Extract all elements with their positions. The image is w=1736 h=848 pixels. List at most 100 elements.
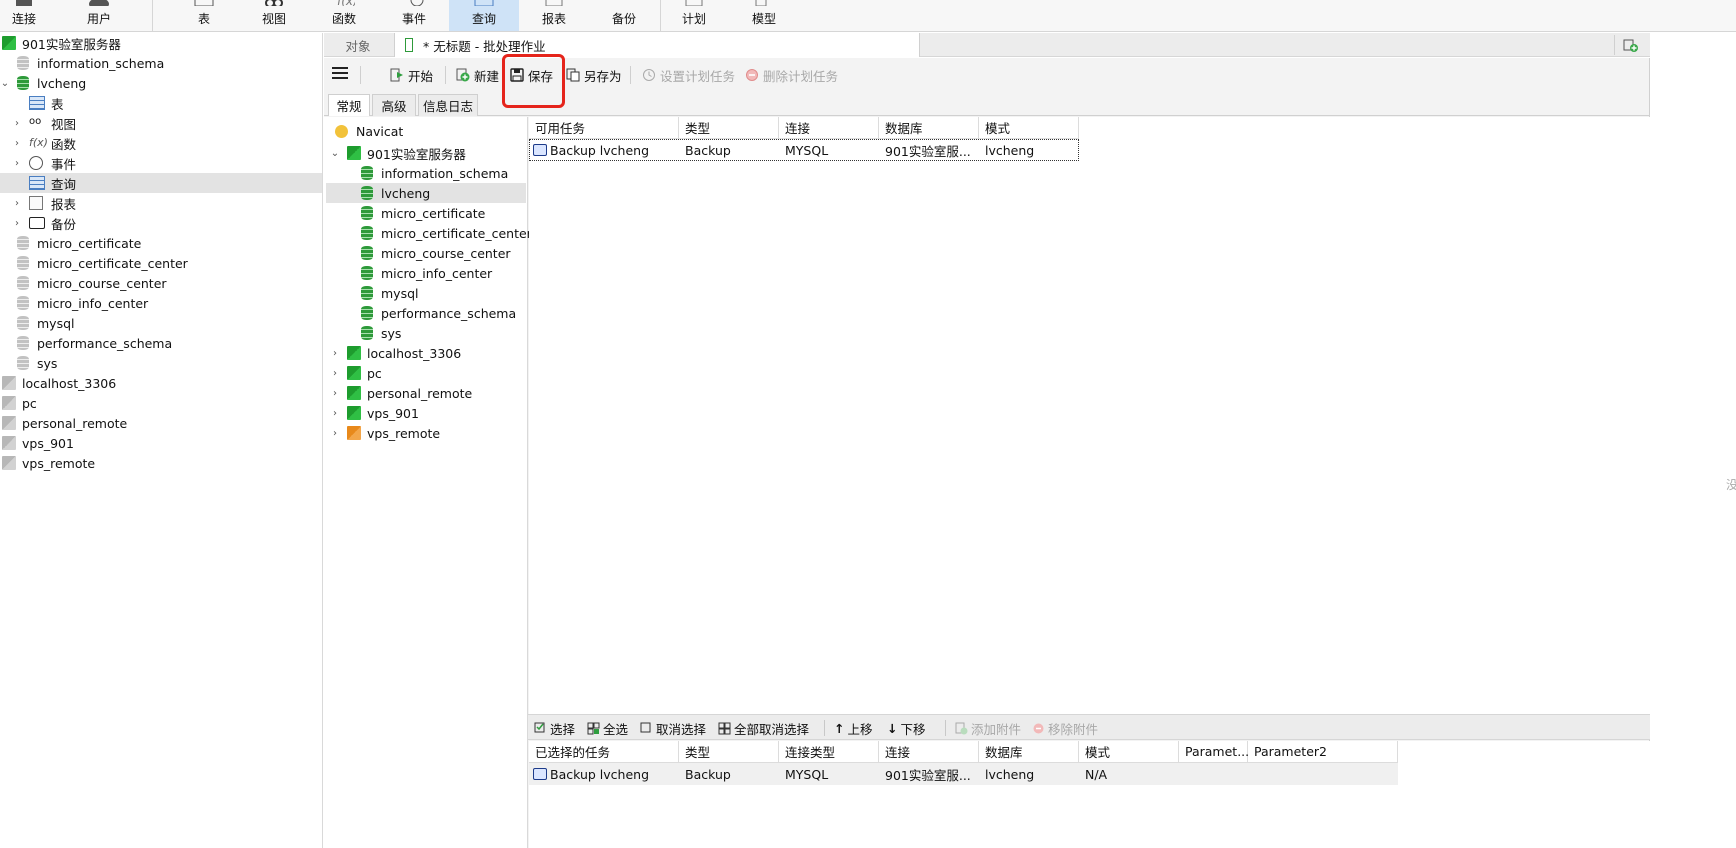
nav-db-sys[interactable]: sys [0,353,322,373]
nav-item-events[interactable]: › 事件 [0,153,322,173]
chevron-down-icon[interactable]: ⌄ [0,78,10,89]
save-as-button[interactable]: 另存为 [566,65,622,85]
tree-conn-vps-remote[interactable]: › vps_remote [326,423,526,443]
nav-item-backups[interactable]: › 备份 [0,213,322,233]
menu-icon[interactable] [332,67,348,81]
select-all-button[interactable]: 全选 [587,720,628,737]
nav-conn-pc[interactable]: pc [0,393,322,413]
set-schedule-button[interactable]: 设置计划任务 [642,65,735,85]
nav-item-queries[interactable]: 查询 [0,173,322,193]
column-header[interactable]: 已选择的任务 [529,741,679,763]
new-button[interactable]: 新建 [456,65,499,85]
tree-db-lvcheng[interactable]: lvcheng [326,183,526,203]
move-up-button[interactable]: ↑ 上移 [834,720,873,737]
nav-item-reports[interactable]: › 报表 [0,193,322,213]
tree-db-micro-info-center[interactable]: micro_info_center [326,263,526,283]
tree-db-micro-certificate[interactable]: micro_certificate [326,203,526,223]
chevron-right-icon[interactable]: › [12,118,22,129]
deselect-button[interactable]: 取消选择 [640,720,706,737]
table-row[interactable]: Backup lvcheng Backup MYSQL 901实验室服... l… [529,139,1079,161]
nav-db-mysql[interactable]: mysql [0,313,322,333]
database-icon [17,236,29,250]
column-header[interactable]: 连接 [879,741,979,763]
nav-db-lvcheng[interactable]: ⌄ lvcheng [0,73,322,93]
tree-conn-vps-901[interactable]: › vps_901 [326,403,526,423]
nav-db-micro-certificate-center[interactable]: micro_certificate_center [0,253,322,273]
column-header[interactable]: Paramet... [1179,741,1249,763]
nav-db-micro-info-center[interactable]: micro_info_center [0,293,322,313]
tree-conn-localhost-3306[interactable]: › localhost_3306 [326,343,526,363]
tab-batch-job[interactable]: * 无标题 - 批处理作业 [394,33,920,57]
database-icon [17,76,29,90]
column-header[interactable]: 可用任务 [529,117,679,139]
start-button[interactable]: 开始 [390,65,433,85]
tree-server-901[interactable]: ⌄ 901实验室服务器 [326,143,526,163]
nav-db-performance-schema[interactable]: performance_schema [0,333,322,353]
add-attachment-button[interactable]: 添加附件 [955,720,1021,737]
function-icon: f(x) [337,0,355,6]
column-header[interactable]: 类型 [679,741,779,763]
nav-db-information-schema[interactable]: information_schema [0,53,322,73]
nav-conn-vps-901[interactable]: vps_901 [0,433,322,453]
chevron-right-icon[interactable]: › [330,348,340,359]
ribbon-table-button[interactable]: 表 [180,0,228,31]
tab-message-log[interactable]: 信息日志 [418,94,478,116]
tab-general[interactable]: 常规 [328,94,370,116]
chevron-right-icon[interactable]: › [330,408,340,419]
tree-db-mysql[interactable]: mysql [326,283,526,303]
ribbon-report-button[interactable]: 报表 [530,0,578,31]
nav-db-micro-certificate[interactable]: micro_certificate [0,233,322,253]
tree-db-sys[interactable]: sys [326,323,526,343]
tab-advanced[interactable]: 高级 [372,94,416,116]
ribbon-function-button[interactable]: f(x) 函数 [320,0,368,31]
view-icon: oo [29,116,42,127]
nav-server-901[interactable]: 901实验室服务器 [0,33,322,53]
nav-item-tables[interactable]: 表 [0,93,322,113]
ribbon-event-button[interactable]: 事件 [390,0,438,31]
nav-item-views[interactable]: › oo 视图 [0,113,322,133]
ribbon-connect-button[interactable]: 连接 [0,0,48,31]
column-header[interactable]: 连接类型 [779,741,879,763]
column-header[interactable]: 模式 [1079,741,1179,763]
chevron-right-icon[interactable]: › [12,198,22,209]
ribbon-user-button[interactable]: 用户 [74,0,124,31]
column-header[interactable]: Parameter2 [1248,741,1398,763]
chevron-right-icon[interactable]: › [330,368,340,379]
nav-conn-personal-remote[interactable]: personal_remote [0,413,322,433]
chevron-right-icon[interactable]: › [330,428,340,439]
tab-objects[interactable]: 对象 [324,33,392,57]
chevron-right-icon[interactable]: › [12,218,22,229]
table-row[interactable]: Backup lvcheng Backup MYSQL 901实验室服... l… [529,763,1398,785]
column-header[interactable]: 数据库 [879,117,979,139]
nav-conn-localhost-3306[interactable]: localhost_3306 [0,373,322,393]
ribbon-view-button[interactable]: 视图 [250,0,298,31]
ribbon-schedule-button[interactable]: 计划 [670,0,718,31]
chevron-right-icon[interactable]: › [12,158,22,169]
column-header[interactable]: 模式 [979,117,1079,139]
new-tab-button[interactable] [1614,35,1646,55]
ribbon-model-button[interactable]: 模型 [740,0,788,31]
column-header[interactable]: 连接 [779,117,879,139]
ribbon-backup-button[interactable]: 备份 [600,0,648,31]
chevron-right-icon[interactable]: › [330,388,340,399]
nav-db-micro-course-center[interactable]: micro_course_center [0,273,322,293]
tree-db-micro-course-center[interactable]: micro_course_center [326,243,526,263]
tree-conn-personal-remote[interactable]: › personal_remote [326,383,526,403]
tree-db-information-schema[interactable]: information_schema [326,163,526,183]
move-down-button[interactable]: ↓ 下移 [887,720,926,737]
tree-conn-pc[interactable]: › pc [326,363,526,383]
nav-conn-vps-remote[interactable]: vps_remote [0,453,322,473]
tree-root-navicat[interactable]: Navicat [326,121,526,141]
select-button[interactable]: 选择 [534,720,575,737]
column-header[interactable]: 类型 [679,117,779,139]
chevron-down-icon[interactable]: ⌄ [330,148,340,159]
nav-item-functions[interactable]: › f(x) 函数 [0,133,322,153]
tree-db-performance-schema[interactable]: performance_schema [326,303,526,323]
delete-schedule-button[interactable]: 删除计划任务 [745,65,838,85]
remove-attachment-button[interactable]: 移除附件 [1032,720,1098,737]
tree-db-micro-certificate-center[interactable]: micro_certificate_center [326,223,532,243]
ribbon-query-button[interactable]: 查询 [449,0,519,31]
deselect-all-button[interactable]: 全部取消选择 [718,720,809,737]
chevron-right-icon[interactable]: › [12,138,22,149]
column-header[interactable]: 数据库 [979,741,1079,763]
